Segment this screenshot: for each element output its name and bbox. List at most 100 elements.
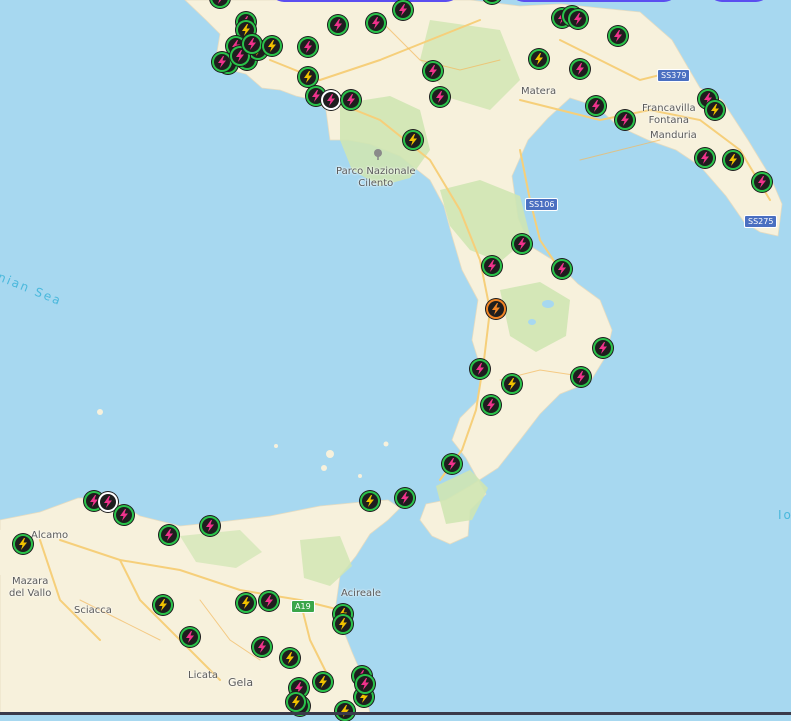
charging-station-marker[interactable] (355, 674, 375, 694)
marker-inner (531, 51, 547, 67)
charging-station-marker[interactable] (298, 67, 318, 87)
place-label-mazara-line1: Mazara (11, 576, 49, 587)
charging-station-marker[interactable] (252, 637, 272, 657)
charging-station-marker[interactable] (114, 505, 134, 525)
marker-inner (595, 340, 611, 356)
lightning-bolt-icon (492, 303, 500, 315)
lightning-bolt-icon (268, 40, 276, 52)
charging-station-marker[interactable] (586, 96, 606, 116)
charging-station-marker[interactable] (259, 591, 279, 611)
lightning-bolt-icon (165, 529, 173, 541)
lightning-bolt-icon (429, 65, 437, 77)
charging-station-marker[interactable] (705, 100, 725, 120)
charging-station-marker[interactable] (442, 454, 462, 474)
marker-inner (754, 174, 770, 190)
charging-station-marker[interactable] (341, 90, 361, 110)
lightning-bolt-icon (339, 618, 347, 630)
charging-station-marker[interactable] (13, 534, 33, 554)
lightning-bolt-icon (701, 152, 709, 164)
charging-station-marker[interactable] (333, 614, 353, 634)
charging-station-marker[interactable] (159, 525, 179, 545)
marker-inner (610, 28, 626, 44)
charging-station-marker[interactable] (481, 395, 501, 415)
lightning-bolt-icon (436, 91, 444, 103)
charging-station-marker[interactable] (615, 110, 635, 130)
charging-station-marker[interactable] (423, 61, 443, 81)
charging-station-marker[interactable] (552, 259, 572, 279)
marker-inner (261, 593, 277, 609)
charging-station-marker[interactable] (236, 593, 256, 613)
charging-station-marker[interactable] (482, 256, 502, 276)
lightning-bolt-icon (409, 134, 417, 146)
charging-station-marker[interactable] (512, 234, 532, 254)
charging-station-marker[interactable] (403, 130, 423, 150)
lightning-bolt-icon (159, 599, 167, 611)
charging-station-marker[interactable] (153, 595, 173, 615)
marker-inner (202, 518, 218, 534)
charging-station-marker[interactable] (723, 150, 743, 170)
charging-station-marker-selected[interactable] (486, 299, 506, 319)
charging-station-marker[interactable] (571, 367, 591, 387)
marker-inner (300, 69, 316, 85)
lightning-bolt-icon (258, 641, 266, 653)
charging-station-marker[interactable] (280, 648, 300, 668)
lightning-bolt-icon (621, 114, 629, 126)
lightning-bolt-icon (576, 63, 584, 75)
charging-station-marker[interactable] (262, 36, 282, 56)
lightning-bolt-icon (120, 509, 128, 521)
charging-station-marker[interactable] (321, 90, 341, 110)
marker-inner (484, 258, 500, 274)
charging-station-marker[interactable] (360, 491, 380, 511)
marker-inner (488, 301, 504, 317)
lightning-bolt-icon (286, 652, 294, 664)
marker-inner (573, 369, 589, 385)
place-label-sciacca: Sciacca (74, 605, 112, 616)
charging-station-marker[interactable] (242, 34, 262, 54)
road-shield-ss106: SS106 (525, 198, 559, 211)
road-shield-a19: A19 (291, 600, 315, 613)
marker-inner (362, 493, 378, 509)
lightning-bolt-icon (599, 342, 607, 354)
charging-station-marker[interactable] (470, 359, 490, 379)
lightning-bolt-icon (399, 4, 407, 16)
lightning-bolt-icon (218, 0, 222, 4)
marker-inner (570, 11, 586, 27)
charging-station-marker[interactable] (568, 9, 588, 29)
marker-inner (725, 152, 741, 168)
charging-station-marker[interactable] (366, 13, 386, 33)
marker-inner (100, 494, 116, 510)
lightning-bolt-icon (711, 104, 719, 116)
charging-station-marker[interactable] (529, 49, 549, 69)
island (326, 450, 334, 458)
charging-station-marker[interactable] (180, 627, 200, 647)
charging-station-marker[interactable] (395, 488, 415, 508)
charging-station-marker[interactable] (335, 701, 355, 721)
charging-station-marker[interactable] (695, 148, 715, 168)
charging-station-marker[interactable] (593, 338, 613, 358)
charging-station-marker[interactable] (502, 374, 522, 394)
charging-station-marker[interactable] (313, 672, 333, 692)
lightning-bolt-icon (236, 50, 244, 62)
charging-station-marker[interactable] (393, 0, 413, 20)
marker-inner (572, 61, 588, 77)
lightning-bolt-icon (487, 399, 495, 411)
marker-inner (214, 54, 230, 70)
marker-inner (335, 616, 351, 632)
top-filter-button[interactable] (510, 0, 678, 2)
charging-station-marker[interactable] (200, 516, 220, 536)
marker-inner (264, 38, 280, 54)
charging-station-marker[interactable] (752, 172, 772, 192)
charging-station-marker[interactable] (570, 59, 590, 79)
top-control-button[interactable] (270, 0, 460, 2)
charging-station-marker[interactable] (298, 37, 318, 57)
lightning-bolt-icon (304, 71, 312, 83)
charging-station-marker[interactable] (286, 692, 306, 712)
lightning-bolt-icon (592, 100, 600, 112)
lightning-bolt-icon (558, 263, 566, 275)
charging-station-marker[interactable] (212, 52, 232, 72)
charging-station-marker[interactable] (608, 26, 628, 46)
lightning-bolt-icon (312, 90, 320, 102)
charging-station-marker[interactable] (328, 15, 348, 35)
charging-station-marker[interactable] (430, 87, 450, 107)
marker-inner (357, 676, 373, 692)
